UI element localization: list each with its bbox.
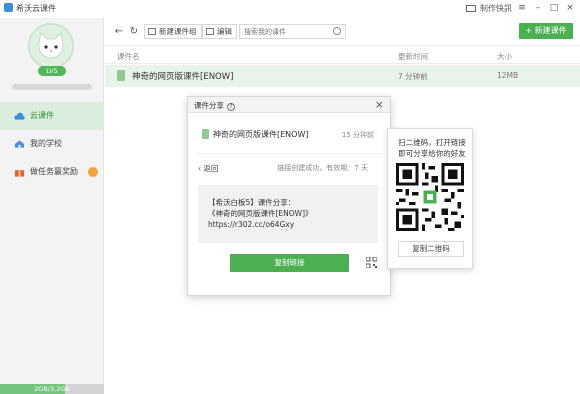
courseware-file-icon xyxy=(117,70,125,81)
link-status: 链接创建成功，有效期：7 天 xyxy=(277,164,368,172)
cloud-icon xyxy=(14,112,25,120)
cat-avatar-icon xyxy=(30,25,72,67)
reward-badge-icon xyxy=(88,167,98,177)
edit-button[interactable]: 编辑 xyxy=(202,24,237,39)
share-line-1: 【希沃白板5】课件分享： xyxy=(208,198,296,207)
dialog-title: 课件分享? xyxy=(194,100,235,111)
column-time[interactable]: 更新时间 xyxy=(398,51,428,62)
new-courseware-button[interactable]: + 新建课件 xyxy=(519,23,573,39)
divider xyxy=(196,153,382,154)
edit-icon xyxy=(206,28,214,35)
dialog-title-text: 课件分享 xyxy=(194,101,224,110)
qr-code-image xyxy=(396,163,464,231)
new-group-button[interactable]: 新建课件组 xyxy=(144,24,202,39)
dialog-file-icon xyxy=(202,129,209,139)
list-header: 课件名 更新时间 大小 xyxy=(105,46,580,64)
search-box xyxy=(239,24,346,39)
share-line-2: 《神奇的网页版课件[ENOW]》 xyxy=(208,209,313,218)
edit-label: 编辑 xyxy=(217,27,232,36)
dialog-close-icon[interactable]: × xyxy=(375,98,384,111)
back-button[interactable]: ‹ 返回 xyxy=(198,163,218,174)
file-name: 神奇的网页版课件[ENOW] xyxy=(132,72,234,82)
level-badge: LV5 xyxy=(38,66,66,76)
search-input[interactable] xyxy=(244,25,330,38)
sidebar-item-cloud[interactable]: 云课件 xyxy=(0,102,104,130)
dialog-file-name: 神奇的网页版课件[ENOW] xyxy=(213,130,309,139)
share-dialog: 课件分享? × 神奇的网页版课件[ENOW] 15 分钟前 ‹ 返回 链接创建成… xyxy=(187,96,391,296)
sidebar: LV5 云课件 我的学校 做任务赢奖励 2GB/3.2GB xyxy=(0,18,104,394)
share-link: https://r302.cc/o64Gxy xyxy=(208,220,295,229)
back-label: 返回 xyxy=(203,164,219,173)
column-size[interactable]: 大小 xyxy=(497,51,512,62)
maximize-icon[interactable]: □ xyxy=(548,2,560,14)
dialog-header: 课件分享? × xyxy=(188,97,390,113)
share-text-box: 【希沃白板5】课件分享： 《神奇的网页版课件[ENOW]》 https://r3… xyxy=(198,185,378,243)
sidebar-item-label: 做任务赢奖励 xyxy=(30,167,78,176)
sidebar-item-label: 我的学校 xyxy=(30,139,62,148)
folder-plus-icon xyxy=(148,28,156,35)
profile: LV5 xyxy=(0,18,104,93)
sidebar-item-label: 云课件 xyxy=(30,111,54,120)
qr-instructions: 扫二维码，打开链接 即可分享给你的好友 xyxy=(393,137,471,159)
copy-link-button[interactable]: 复制链接 xyxy=(230,254,349,272)
gift-icon xyxy=(14,170,25,177)
title-bar: 希沃云课件 制作快訊 ≡ – □ × xyxy=(0,0,580,18)
new-group-label: 新建课件组 xyxy=(159,27,197,36)
sidebar-item-school[interactable]: 我的学校 xyxy=(0,130,104,158)
sidebar-item-rewards[interactable]: 做任务赢奖励 xyxy=(0,158,104,186)
qr-instruction-line-2: 即可分享给你的好友 xyxy=(398,149,466,158)
column-name[interactable]: 课件名 xyxy=(117,51,140,62)
file-time: 7 分钟前 xyxy=(398,72,428,81)
search-icon[interactable] xyxy=(333,27,341,35)
monitor-icon[interactable] xyxy=(466,4,476,12)
sidebar-nav: 云课件 我的学校 做任务赢奖励 xyxy=(0,102,104,186)
qr-code-icon[interactable] xyxy=(366,257,377,268)
storage-bar: 2GB/3.2GB xyxy=(0,384,104,394)
close-icon[interactable]: × xyxy=(564,2,576,14)
dialog-file-time: 15 分钟前 xyxy=(341,131,374,139)
qr-panel: 扫二维码，打开链接 即可分享给你的好友 复制二维码 xyxy=(387,128,473,269)
username xyxy=(12,84,92,90)
help-icon[interactable]: ? xyxy=(227,103,235,111)
qr-instruction-line-1: 扫二维码，打开链接 xyxy=(398,138,466,147)
new-courseware-label: 新建课件 xyxy=(534,26,567,35)
app-title: 希沃云课件 xyxy=(4,3,56,14)
menu-icon[interactable]: ≡ xyxy=(516,2,528,14)
avatar[interactable] xyxy=(28,23,74,69)
school-icon xyxy=(14,140,25,148)
toolbar: ← ↻ 新建课件组 编辑 + 新建课件 xyxy=(105,18,580,46)
table-row[interactable]: 神奇的网页版课件[ENOW] 7 分钟前 12MB xyxy=(105,65,580,87)
refresh-icon[interactable]: ↻ xyxy=(128,26,140,38)
action-label[interactable]: 制作快訊 xyxy=(480,3,512,14)
back-arrow-icon[interactable]: ← xyxy=(113,26,125,38)
minimize-icon[interactable]: – xyxy=(532,2,544,14)
app-logo-icon xyxy=(4,3,13,12)
storage-text: 2GB/3.2GB xyxy=(34,385,70,393)
app-title-text: 希沃云课件 xyxy=(16,4,56,13)
file-size: 12MB xyxy=(497,71,519,80)
copy-qr-button[interactable]: 复制二维码 xyxy=(398,241,464,257)
